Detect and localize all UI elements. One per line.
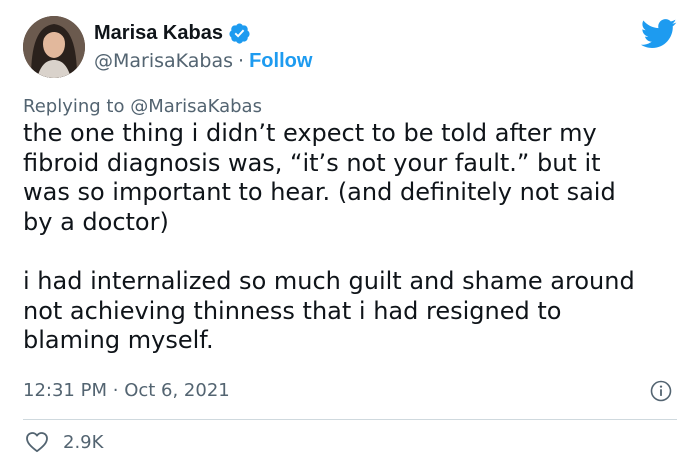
tweet-line: blaming myself. bbox=[23, 326, 214, 355]
tweet-body: the one thing i didn’t expect to be told… bbox=[23, 119, 688, 356]
tweet-line: not achieving thinness that i had resign… bbox=[23, 296, 562, 325]
tweet-paragraph-1: the one thing i didn’t expect to be told… bbox=[23, 119, 688, 237]
tweet-line: fibroid diagnosis was, “it’s not your fa… bbox=[23, 148, 601, 177]
tweet-time: 12:31 PM bbox=[23, 380, 107, 401]
reply-prefix: Replying to bbox=[23, 96, 125, 117]
tweet-timestamp[interactable]: 12:31 PM · Oct 6, 2021 bbox=[23, 380, 230, 401]
info-icon[interactable] bbox=[650, 380, 672, 402]
heart-icon bbox=[25, 431, 49, 453]
tweet-date: Oct 6, 2021 bbox=[124, 380, 230, 401]
twitter-bird-icon[interactable] bbox=[640, 19, 677, 49]
author-name-row: Marisa Kabas bbox=[94, 22, 251, 45]
author-handle[interactable]: @MarisaKabas bbox=[94, 50, 233, 72]
tweet-paragraph-2: i had internalized so much guilt and sha… bbox=[23, 267, 688, 356]
reply-context: Replying to @MarisaKabas bbox=[23, 96, 262, 117]
tweet-line: the one thing i didn’t expect to be told… bbox=[23, 119, 597, 147]
verified-badge-icon bbox=[228, 22, 251, 45]
timestamp-separator: · bbox=[112, 380, 119, 401]
tweet-card: Marisa Kabas @MarisaKabas · Follow Replyin… bbox=[0, 0, 700, 471]
reply-handle-link[interactable]: @MarisaKabas bbox=[130, 96, 262, 117]
like-button[interactable]: 2.9K bbox=[25, 431, 103, 453]
divider bbox=[23, 419, 677, 420]
author-handle-row: @MarisaKabas · Follow bbox=[94, 50, 312, 73]
avatar[interactable] bbox=[23, 16, 85, 78]
tweet-line: by a doctor) bbox=[23, 207, 169, 236]
author-display-name[interactable]: Marisa Kabas bbox=[94, 22, 223, 45]
tweet-line: i had internalized so much guilt and sha… bbox=[23, 266, 635, 295]
tweet-line: was so important to hear. (and definitel… bbox=[23, 178, 616, 207]
like-count: 2.9K bbox=[63, 431, 104, 453]
follow-button[interactable]: Follow bbox=[249, 50, 312, 72]
handle-separator: · bbox=[238, 50, 245, 72]
